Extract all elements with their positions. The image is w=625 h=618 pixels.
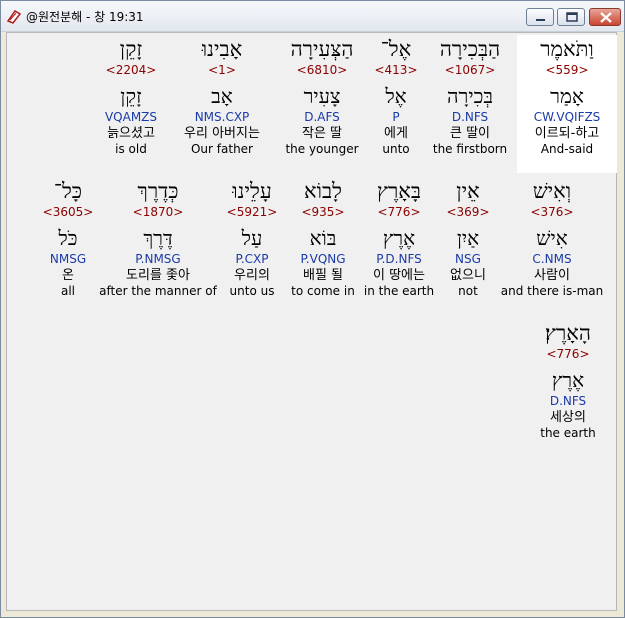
english-gloss: all <box>60 284 76 298</box>
parsing-code: CW.VQIFZS <box>533 110 601 124</box>
app-window: @원전분해 - 창 19:31 וַתֹּאמֶר <559> אָמַר CW… <box>0 0 625 618</box>
korean-gloss: 온 <box>62 268 74 283</box>
word-block[interactable]: וַתֹּאמֶר <559> אָמַר CW.VQIFZS 이르되-하고 A… <box>517 35 617 173</box>
close-button[interactable] <box>589 8 621 26</box>
korean-gloss: 늙으셨고 <box>107 126 155 141</box>
parsing-code: VQAMZS <box>104 110 158 124</box>
strong-number[interactable]: <2204> <box>71 63 191 77</box>
lemma: זָקֵן <box>120 84 142 108</box>
korean-gloss: 이르되-하고 <box>534 126 600 141</box>
maximize-button[interactable] <box>557 8 585 26</box>
minimize-icon <box>536 19 545 21</box>
strong-number[interactable]: <776> <box>508 347 625 361</box>
close-icon <box>600 12 612 23</box>
hebrew-word: הָאָרֶץ׃ <box>545 321 591 345</box>
word-block[interactable]: הָאָרֶץ׃ <776> אֶרֶץ D.NFS 세상의 the earth <box>508 319 625 440</box>
minimize-button[interactable] <box>526 8 554 26</box>
hebrew-word: וַתֹּאמֶר <box>540 37 594 61</box>
title-bar[interactable]: @원전분해 - 창 19:31 <box>1 1 624 32</box>
english-gloss: And-said <box>540 142 594 156</box>
english-gloss: is old <box>115 142 147 156</box>
parsing-code: D.NFS <box>549 394 587 408</box>
maximize-icon <box>566 12 578 22</box>
lemma: כֹּל <box>58 226 78 250</box>
hebrew-word: זָקֵן <box>119 37 143 61</box>
word-block[interactable]: זָקֵן <2204> זָקֵן VQAMZS 늙으셨고 is old <box>71 35 191 156</box>
app-icon[interactable] <box>6 8 22 24</box>
strong-number[interactable]: <3605> <box>8 205 128 219</box>
korean-gloss: 세상의 <box>550 410 586 425</box>
window-title: @원전분해 - 창 19:31 <box>26 10 144 24</box>
strong-number[interactable]: <559> <box>517 63 617 77</box>
word-block[interactable]: כָּל־ <3605> כֹּל NMSG 온 all <box>8 177 128 298</box>
lemma: אָמַר <box>550 84 584 108</box>
interlinear-panel: וַתֹּאמֶר <559> אָמַר CW.VQIFZS 이르되-하고 A… <box>6 32 617 611</box>
english-gloss: the earth <box>540 426 596 440</box>
parsing-code: NMSG <box>49 252 87 266</box>
hebrew-word: כָּל־ <box>53 179 83 203</box>
lemma: אֶרֶץ <box>551 368 585 392</box>
